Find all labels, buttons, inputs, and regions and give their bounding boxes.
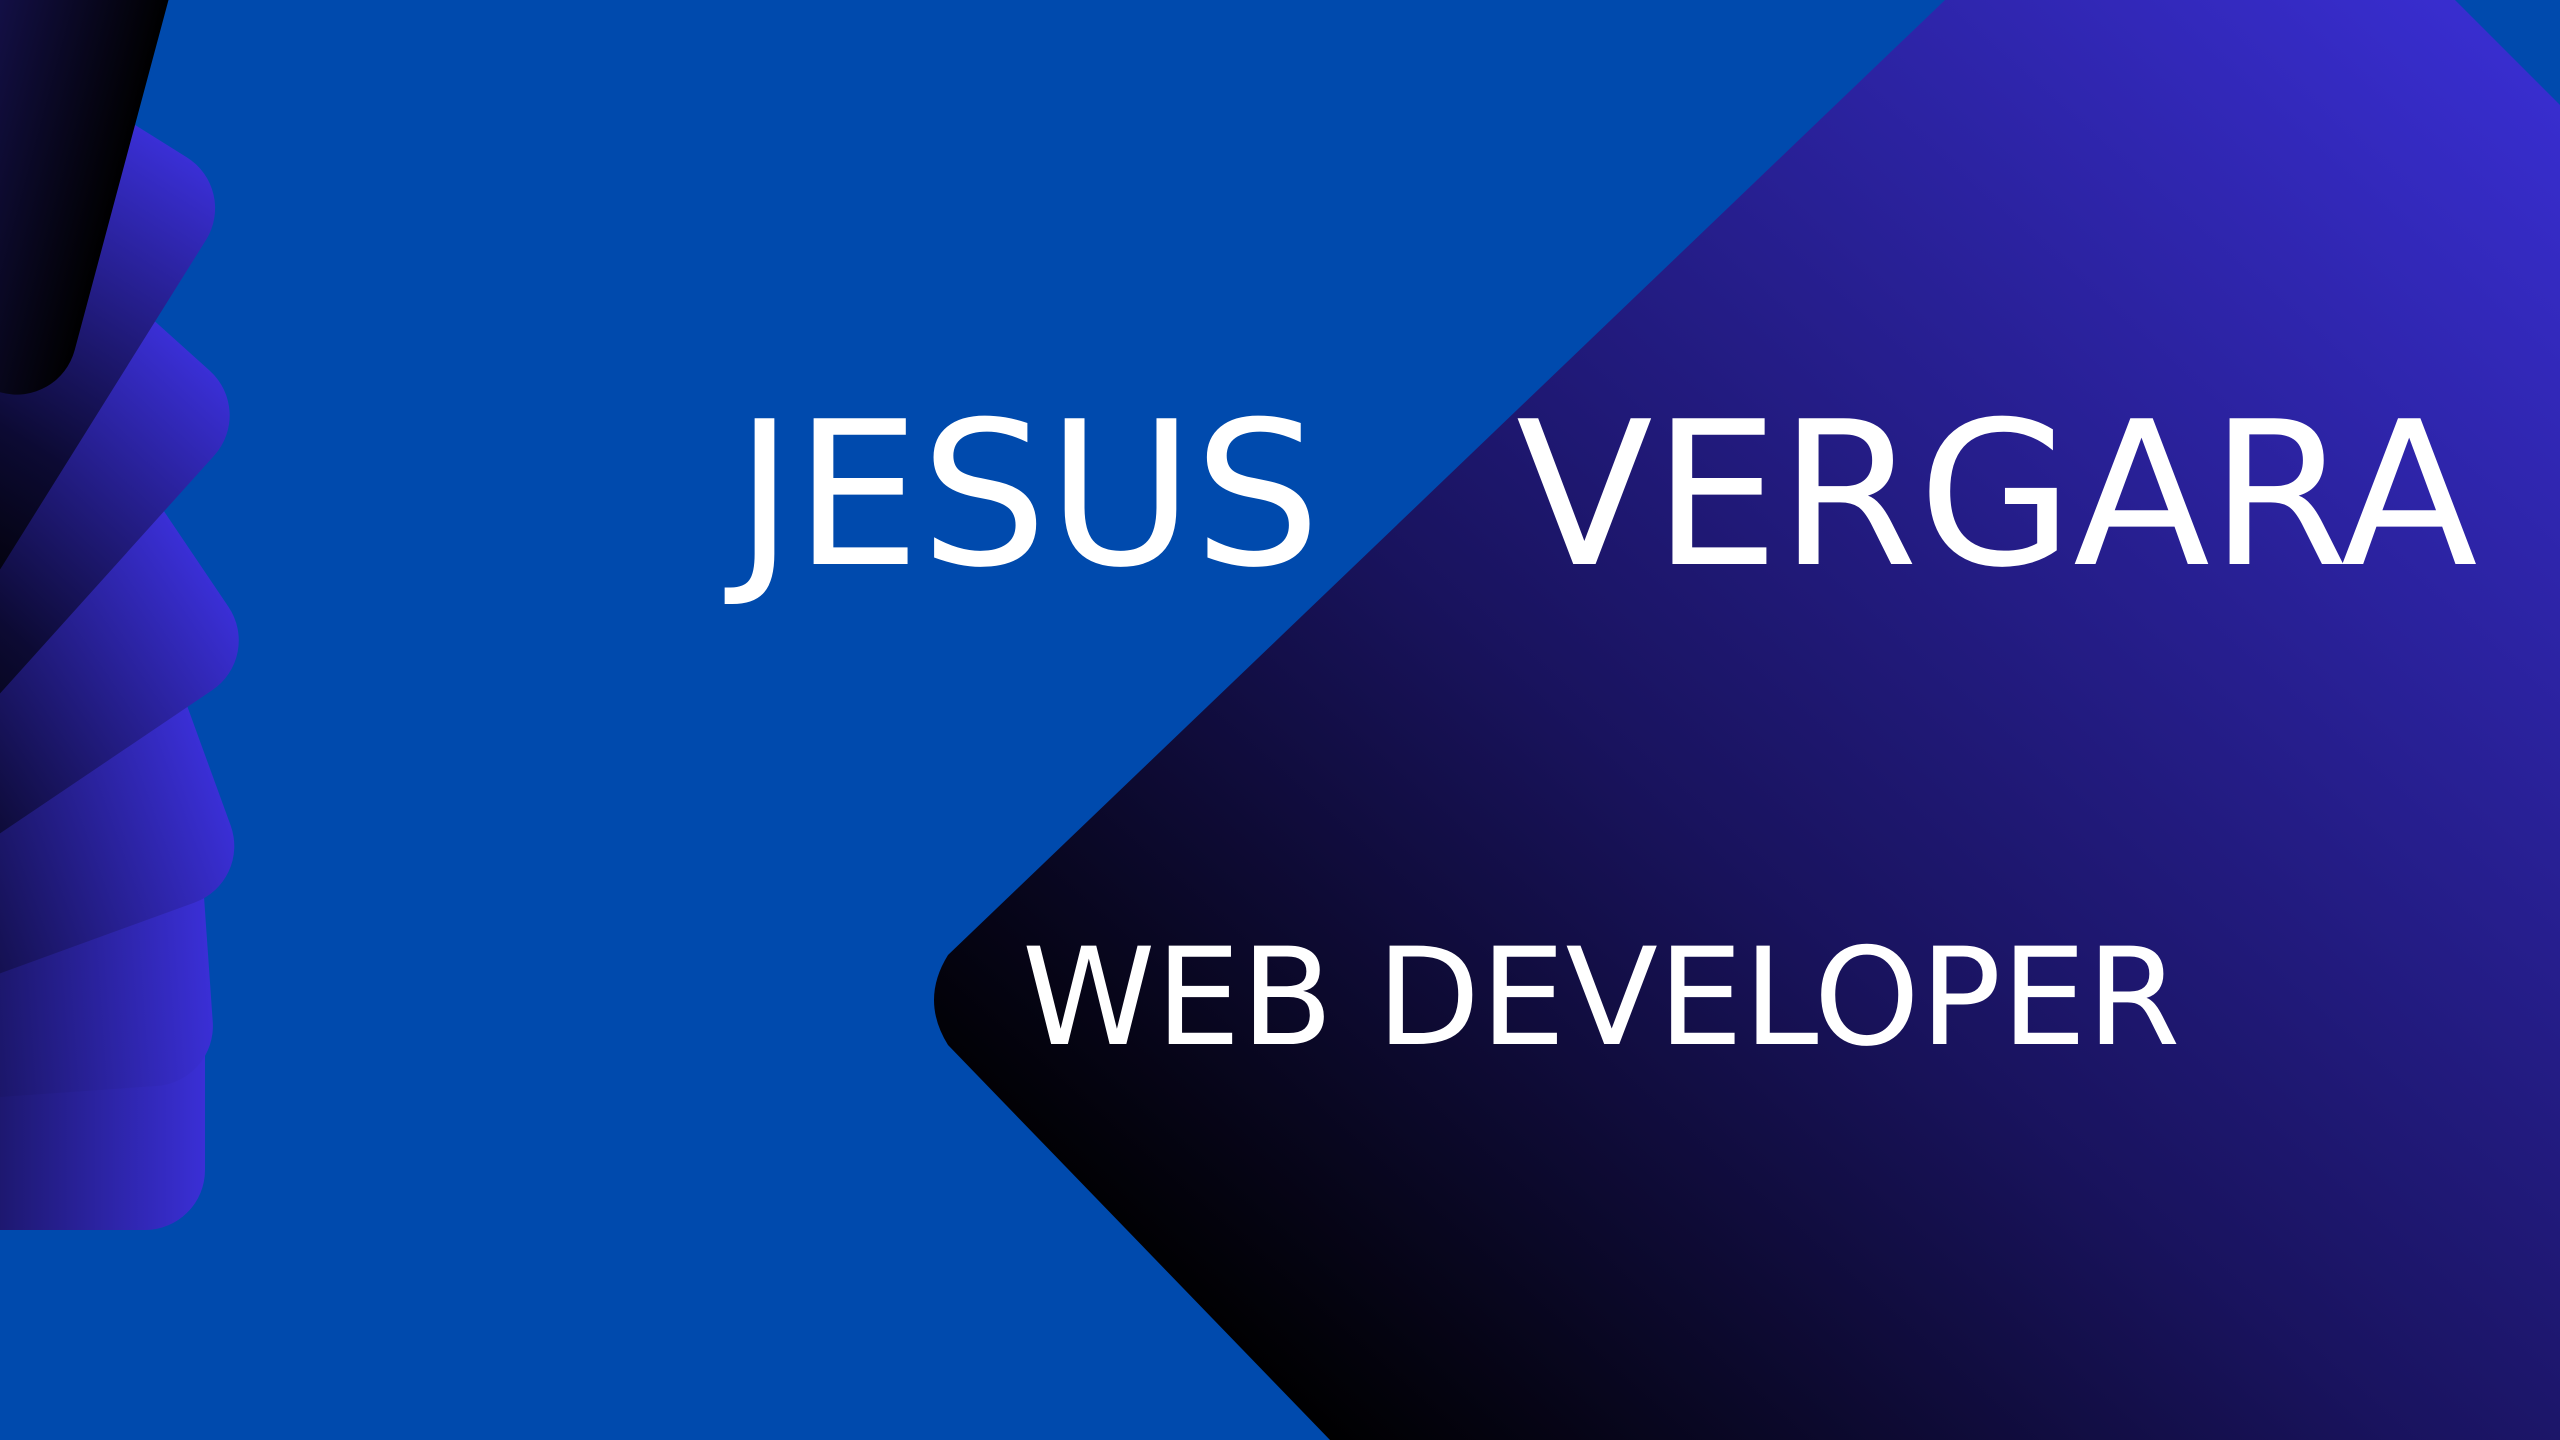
first-name-heading: JESUS xyxy=(735,379,1321,612)
role-subtitle: WEB DEVELOPER xyxy=(1022,919,2181,1076)
background-artwork xyxy=(0,0,2560,1440)
last-name-heading: VERGARA xyxy=(1516,379,2478,612)
diagonal-panel-shape xyxy=(934,0,2560,1440)
